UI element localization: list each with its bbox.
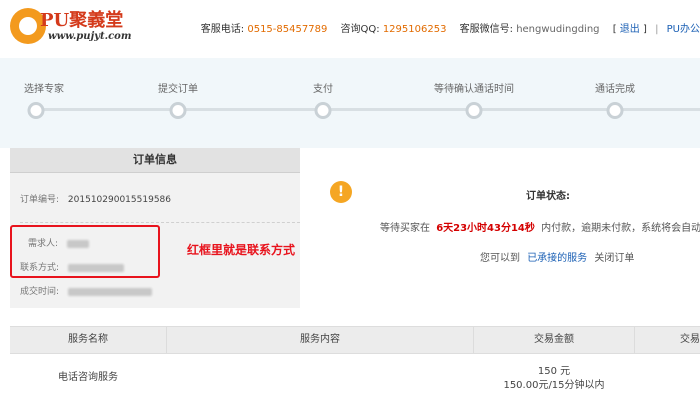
step-dot-icon	[169, 102, 187, 119]
step-dot-icon	[27, 102, 45, 119]
column-header-service-name: 服务名称	[10, 327, 167, 353]
wechat-label: 客服微信号:	[459, 24, 513, 35]
deadline-prefix: 等待买家在	[380, 223, 430, 234]
logo-title: PU聚義堂	[40, 10, 124, 31]
annotation-text: 红框里就是联系方式	[187, 243, 296, 257]
order-status-panel: ! 订单状态: 等待买家在 6天23小时43分14秒 内付款，逾期未付款，系统将…	[300, 148, 700, 308]
redacted-deal-time	[67, 287, 152, 296]
qq-label: 咨询QQ:	[340, 24, 380, 35]
column-header-service-content: 服务内容	[167, 327, 474, 353]
page-header: PU聚義堂 www.pujyt.com 客服电话: 0515-85457789 …	[0, 0, 700, 52]
step-dot-icon	[465, 102, 483, 119]
step-label: 提交订单	[158, 84, 198, 95]
countdown-timer: 6天23小时43分14秒	[436, 223, 535, 234]
logo-url: www.pujyt.com	[48, 31, 132, 42]
step-label: 选择专家	[24, 84, 64, 95]
accepted-services-link[interactable]: 已承接的服务	[527, 253, 587, 264]
order-status-title: 订单状态:	[526, 191, 570, 202]
order-info-heading: 订单信息	[10, 148, 300, 173]
hint-suffix: 关闭订单	[594, 253, 635, 264]
highlight-box	[10, 225, 160, 278]
column-header-trade: 交易	[680, 334, 700, 345]
column-header-amount: 交易金额	[474, 327, 635, 353]
deadline-suffix: 内付款，逾期未付款，系统将会自动关闭	[541, 223, 700, 234]
order-number-label: 订单编号:	[20, 195, 60, 205]
header-separator: |	[655, 24, 659, 35]
step-label: 等待确认通话时间	[434, 84, 514, 95]
office-link[interactable]: PU办公	[667, 24, 700, 35]
rate-cell: 150.00元/15分钟以内	[503, 380, 605, 391]
step-label: 通话完成	[595, 84, 635, 95]
table-header: 服务名称 服务内容 交易金额 交易	[10, 326, 700, 354]
order-progress: 选择专家 提交订单 支付 等待确认通话时间 通话完成	[0, 58, 700, 148]
qq-value: 1295106253	[382, 24, 447, 35]
payment-deadline: 等待买家在 6天23小时43分14秒 内付款，逾期未付款，系统将会自动关闭	[380, 219, 700, 234]
bracket-open: [	[612, 24, 617, 35]
bracket-close: ]	[642, 24, 647, 35]
phone-value: 0515-85457789	[247, 24, 328, 35]
progress-track	[28, 108, 700, 111]
close-order-hint: 您可以到 已承接的服务 关闭订单	[480, 249, 634, 264]
amount-cell: 150 元	[537, 366, 571, 377]
logout-link[interactable]: 退出	[620, 24, 640, 35]
phone-label: 客服电话:	[200, 24, 245, 35]
hint-prefix: 您可以到	[480, 253, 520, 264]
warning-icon: !	[330, 181, 352, 203]
wechat-value: hengwudingding	[516, 24, 600, 35]
step-label: 支付	[313, 84, 333, 95]
deal-time-label: 成交时间:	[20, 287, 60, 297]
step-dot-icon	[606, 102, 624, 119]
site-logo[interactable]: PU聚義堂 www.pujyt.com	[10, 3, 135, 47]
panel-divider	[20, 222, 300, 224]
service-name-cell: 电话咨询服务	[58, 372, 118, 383]
order-number-value: 201510290015519586	[67, 195, 171, 205]
order-number-row: 订单编号: 201510290015519586	[20, 192, 171, 205]
deal-time-row: 成交时间:	[20, 284, 152, 297]
contact-bar: 客服电话: 0515-85457789 咨询QQ: 1295106253 客服微…	[201, 20, 700, 35]
step-dot-icon	[314, 102, 332, 119]
